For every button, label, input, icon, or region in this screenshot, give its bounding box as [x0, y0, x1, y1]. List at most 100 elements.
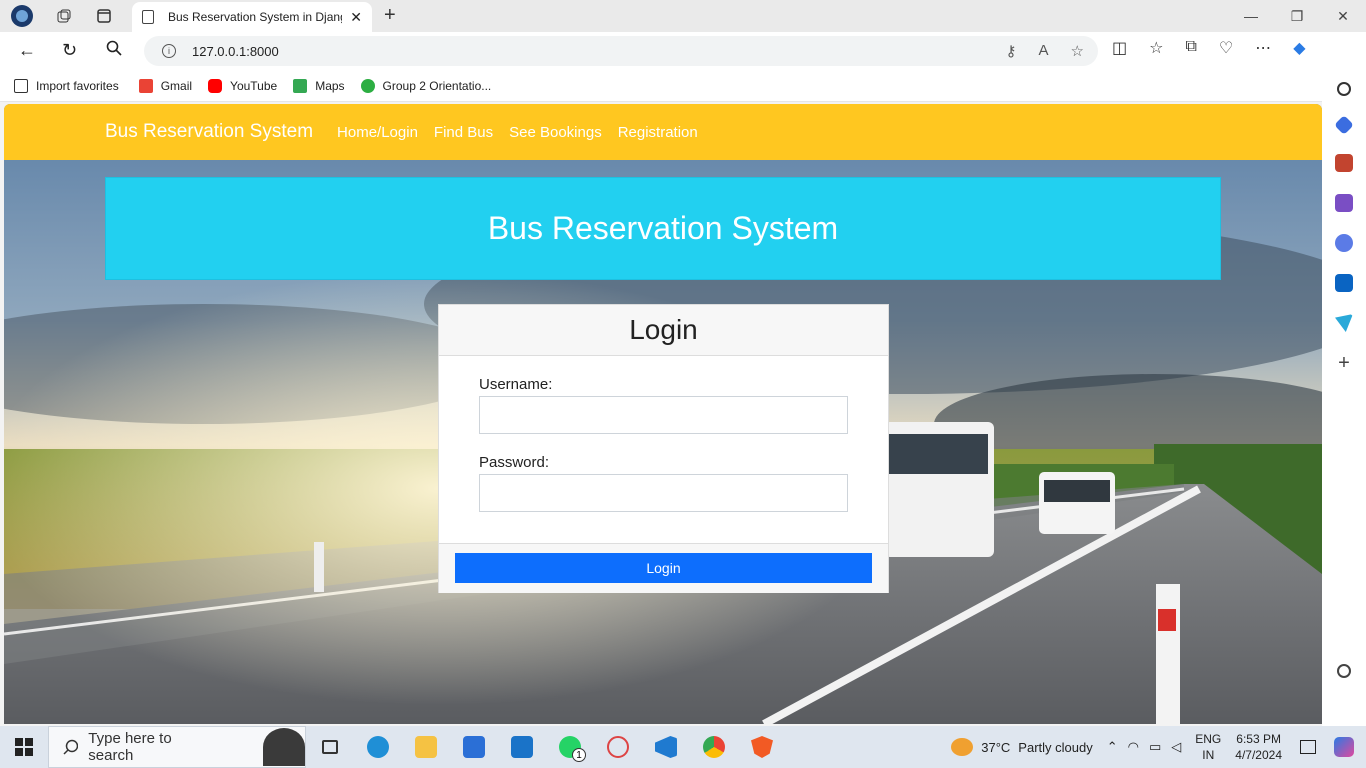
clock[interactable]: 6:53 PM 4/7/2024 — [1235, 731, 1282, 763]
username-input[interactable] — [479, 396, 848, 434]
outlook-icon[interactable] — [1335, 274, 1353, 292]
close-window-icon[interactable]: ✕ — [1320, 0, 1366, 32]
browser-sidebar: + — [1322, 70, 1366, 726]
tab-title: Bus Reservation System in Djang — [168, 10, 343, 24]
drop-icon[interactable] — [1335, 314, 1353, 332]
show-hidden-icons[interactable]: ⌃ — [1107, 739, 1118, 755]
document-icon — [142, 10, 154, 24]
login-title: Login — [629, 314, 698, 345]
weather-temp: 37°C — [981, 739, 1011, 755]
extensions-icon[interactable]: ♡ — [1219, 38, 1233, 58]
start-button[interactable] — [0, 726, 48, 768]
minimize-icon[interactable]: — — [1228, 0, 1274, 32]
whatsapp-icon[interactable]: 1 — [546, 726, 594, 768]
favorite-label: Group 2 Orientatio... — [382, 78, 492, 93]
import-icon — [14, 78, 28, 93]
login-card-header: Login — [439, 305, 888, 356]
favorite-import[interactable]: Import favorites — [14, 78, 119, 93]
tools-icon[interactable] — [1335, 154, 1353, 172]
copilot-taskbar-icon[interactable] — [1334, 737, 1354, 757]
chrome-icon[interactable] — [690, 726, 738, 768]
hero-banner: Bus Reservation System — [105, 177, 1221, 280]
favorite-maps[interactable]: Maps — [293, 78, 345, 93]
weather-icon[interactable] — [951, 738, 974, 756]
nav-link-find-bus[interactable]: Find Bus — [434, 124, 493, 141]
browser-tab-active[interactable]: Bus Reservation System in Djang ✕ — [132, 2, 372, 32]
file-explorer-icon[interactable] — [402, 726, 450, 768]
sidebar-search-icon[interactable] — [1337, 82, 1351, 96]
favorites-bar: Import favorites Gmail YouTube Maps Grou… — [0, 70, 1366, 102]
search-highlight-image — [262, 728, 305, 766]
profile-avatar-icon[interactable] — [8, 2, 36, 30]
vscode-icon[interactable] — [642, 726, 690, 768]
edge-taskbar-icon[interactable] — [354, 726, 402, 768]
read-aloud-icon[interactable]: A — [1039, 42, 1049, 60]
notification-icon[interactable] — [1300, 740, 1316, 754]
battery-icon[interactable]: ▭ — [1149, 739, 1161, 755]
store-icon[interactable] — [450, 726, 498, 768]
navbar-brand[interactable]: Bus Reservation System — [105, 121, 313, 143]
clock-date: 4/7/2024 — [1235, 748, 1282, 762]
site-info-icon[interactable]: i — [162, 44, 176, 58]
maps-icon — [293, 78, 308, 93]
group-icon — [360, 78, 375, 93]
shopping-icon[interactable] — [1334, 115, 1354, 135]
windows-logo-icon — [15, 738, 33, 756]
favorite-star-icon[interactable]: ☆ — [1071, 42, 1084, 60]
favorites-icon[interactable]: ☆ — [1149, 38, 1163, 58]
taskbar-search-icon — [63, 739, 79, 755]
password-input[interactable] — [479, 474, 848, 512]
games-icon[interactable] — [1335, 194, 1353, 212]
back-icon[interactable]: ← — [18, 40, 36, 61]
site-navbar: Bus Reservation System Home/Login Find B… — [4, 104, 1322, 160]
language-code: ENG — [1195, 732, 1222, 746]
nav-link-home-login[interactable]: Home/Login — [337, 124, 418, 141]
system-tray: 37°C Partly cloudy ⌃ ◠ ▭ ◁ ENG IN 6:53 P… — [951, 726, 1366, 768]
window-controls: — ❐ ✕ — [1228, 0, 1366, 32]
language-indicator[interactable]: ENG IN — [1195, 731, 1221, 763]
split-screen-icon[interactable]: ◫ — [1112, 38, 1127, 58]
username-label: Username: — [479, 376, 553, 393]
weather-desc[interactable]: Partly cloudy — [1018, 740, 1092, 755]
refresh-icon[interactable]: ↻ — [62, 40, 77, 61]
add-sidebar-icon[interactable]: + — [1335, 353, 1353, 373]
snipping-tool-icon[interactable] — [594, 726, 642, 768]
network-icon[interactable]: ◠ — [1128, 739, 1139, 755]
favorite-group[interactable]: Group 2 Orientatio... — [360, 78, 492, 93]
login-card-footer: Login — [439, 543, 888, 593]
whatsapp-badge: 1 — [572, 748, 586, 762]
new-tab-icon[interactable]: + — [384, 4, 396, 27]
region-code: IN — [1202, 748, 1215, 762]
brave-icon[interactable] — [738, 726, 786, 768]
hero-title: Bus Reservation System — [487, 210, 839, 246]
password-label: Password: — [479, 454, 550, 471]
login-button[interactable]: Login — [455, 553, 872, 583]
browser-tab-bar: Bus Reservation System in Djang ✕ + — ❐ … — [0, 0, 1366, 32]
taskbar-search-text: Type here to search — [88, 730, 172, 764]
favorite-youtube[interactable]: YouTube — [208, 78, 277, 93]
more-menu-icon[interactable]: ⋯ — [1255, 38, 1271, 58]
tab-actions-icon[interactable] — [90, 2, 118, 30]
mail-icon[interactable] — [498, 726, 546, 768]
nav-link-registration[interactable]: Registration — [618, 124, 698, 141]
login-card: Login Username: Password: Login — [438, 304, 889, 593]
collections-icon[interactable]: ⧉ — [1185, 38, 1196, 58]
web-page: Bus Reservation System Home/Login Find B… — [4, 104, 1322, 724]
key-icon[interactable]: ⚷ — [1006, 42, 1017, 60]
task-view-icon[interactable] — [306, 726, 354, 768]
restore-icon[interactable]: ❐ — [1274, 0, 1320, 32]
youtube-icon — [208, 78, 223, 93]
favorite-label: Import favorites — [36, 78, 119, 93]
nav-link-see-bookings[interactable]: See Bookings — [509, 124, 602, 141]
taskbar-search[interactable]: Type here to search — [48, 726, 306, 768]
close-tab-icon[interactable]: ✕ — [350, 9, 362, 26]
volume-icon[interactable]: ◁ — [1171, 739, 1181, 755]
search-icon[interactable] — [106, 40, 122, 61]
copilot-sidebar-icon[interactable] — [1335, 234, 1353, 252]
sidebar-settings-icon[interactable] — [1337, 664, 1351, 678]
favorite-gmail[interactable]: Gmail — [138, 78, 192, 93]
url-text: 127.0.0.1:8000 — [192, 43, 279, 59]
url-field[interactable]: i 127.0.0.1:8000 ⚷ A ☆ — [144, 36, 1098, 66]
copilot-icon[interactable]: ◆ — [1293, 38, 1305, 58]
workspaces-icon[interactable] — [50, 2, 78, 30]
